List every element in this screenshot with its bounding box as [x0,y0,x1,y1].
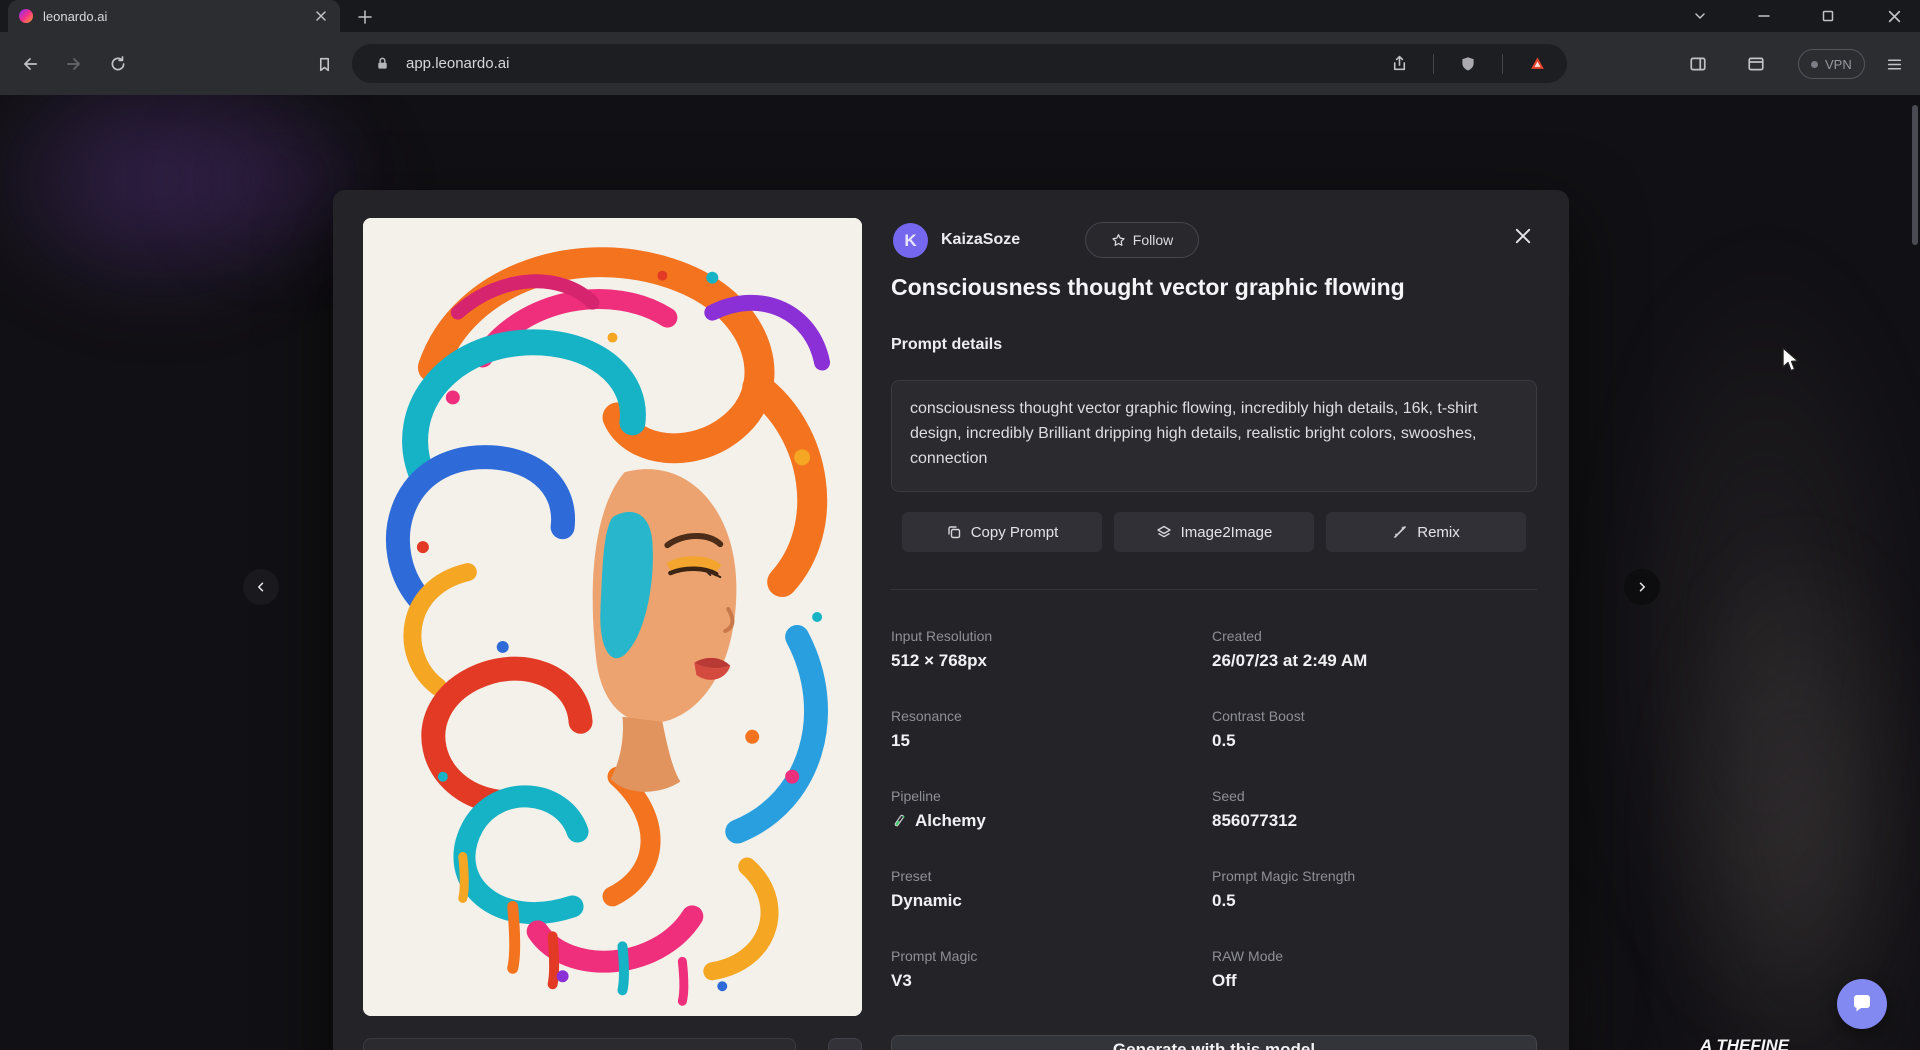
detail-label: Created [1212,628,1537,644]
detail-label: Input Resolution [891,628,1212,644]
detail-label: Contrast Boost [1212,708,1537,724]
image-detail-modal: K KaizaSoze Follow Consciousness thought… [333,190,1569,1050]
detail-created: Created 26/07/23 at 2:49 AM [1212,628,1537,671]
pager-button[interactable] [828,1038,862,1050]
detail-value: Alchemy [891,811,1212,831]
detail-prompt-magic: Prompt Magic V3 [891,948,1212,991]
video-watermark: A THEFINE [1700,1036,1789,1050]
window-minimize-button[interactable] [1746,0,1782,32]
detail-seed: Seed 856077312 [1212,788,1537,831]
brave-shield-icon[interactable] [1454,50,1482,78]
detail-value: 15 [891,731,1212,751]
vpn-label: VPN [1825,57,1852,72]
vpn-status-dot [1811,61,1818,68]
new-tab-button[interactable] [352,4,378,30]
remix-button[interactable]: Remix [1326,512,1526,552]
user-name[interactable]: KaizaSoze [941,231,1020,249]
reload-button[interactable] [100,46,136,82]
menu-hamburger-icon[interactable] [1876,46,1912,82]
detail-value: 26/07/23 at 2:49 AM [1212,651,1537,671]
user-avatar[interactable]: K [893,223,928,258]
detail-pipeline: Pipeline Alchemy [891,788,1212,831]
lock-icon[interactable] [368,50,396,78]
prompt-text-box[interactable]: consciousness thought vector graphic flo… [891,380,1537,492]
browser-toolbar: app.leonardo.ai VPN [0,32,1920,95]
star-icon [1111,233,1126,248]
mouse-cursor [1781,347,1803,374]
generation-details-grid: Input Resolution 512 × 768px Created 26/… [891,628,1537,991]
forward-button[interactable] [56,46,92,82]
window-maximize-button[interactable] [1810,0,1846,32]
previous-image-button[interactable] [243,569,279,605]
bookmark-icon[interactable] [306,46,342,82]
detail-preset: Preset Dynamic [891,868,1212,911]
backdrop-glow [1660,525,1920,1050]
sidebar-toggle-icon[interactable] [1680,46,1716,82]
page-scrollbar-thumb[interactable] [1912,105,1918,245]
follow-label: Follow [1133,232,1173,248]
follow-button[interactable]: Follow [1085,222,1199,258]
generate-with-model-button[interactable]: Generate with this model [891,1035,1537,1050]
detail-value: 0.5 [1212,731,1537,751]
backdrop-glow [0,95,350,315]
tab-strip: leonardo.ai [0,0,1920,32]
backdrop-glow [1600,235,1920,1050]
section-divider [891,589,1537,590]
share-icon[interactable] [1385,50,1413,78]
test-tube-icon [891,813,907,829]
thumbnail-strip[interactable] [363,1038,796,1050]
brave-rewards-triangle-icon[interactable] [1523,50,1551,78]
detail-prompt-magic-strength: Prompt Magic Strength 0.5 [1212,868,1537,911]
detail-value: 0.5 [1212,891,1537,911]
browser-tab[interactable]: leonardo.ai [8,0,340,32]
tab-favicon-icon [18,8,34,24]
image-title: Consciousness thought vector graphic flo… [891,274,1541,301]
tab-close-icon[interactable] [312,7,330,25]
generated-artwork-image [363,218,862,1016]
detail-value: 856077312 [1212,811,1537,831]
image2image-label: Image2Image [1181,524,1273,541]
detail-value: V3 [891,971,1212,991]
reading-panel-icon[interactable] [1738,46,1774,82]
chat-icon [1850,992,1874,1016]
toolbar-separator [1502,54,1503,74]
pipeline-value-text: Alchemy [915,811,986,831]
url-text[interactable]: app.leonardo.ai [406,55,1375,72]
detail-resonance: Resonance 15 [891,708,1212,751]
detail-label: Resonance [891,708,1212,724]
detail-value: Dynamic [891,891,1212,911]
detail-label: Preset [891,868,1212,884]
support-chat-button[interactable] [1837,979,1887,1029]
tab-search-chevron-icon[interactable] [1682,0,1718,32]
detail-label: Prompt Magic Strength [1212,868,1537,884]
tab-title: leonardo.ai [43,9,303,24]
detail-raw-mode: RAW Mode Off [1212,948,1537,991]
detail-value: Off [1212,971,1537,991]
next-image-button[interactable] [1624,569,1660,605]
copy-prompt-button[interactable]: Copy Prompt [902,512,1102,552]
copy-icon [946,524,962,540]
detail-label: Prompt Magic [891,948,1212,964]
detail-value: 512 × 768px [891,651,1212,671]
close-modal-icon[interactable] [1505,218,1541,254]
detail-contrast-boost: Contrast Boost 0.5 [1212,708,1537,751]
address-bar[interactable]: app.leonardo.ai [352,44,1567,83]
detail-label: RAW Mode [1212,948,1537,964]
toolbar-separator [1433,54,1434,74]
artwork-illustration [363,218,862,1016]
layers-icon [1156,524,1172,540]
detail-label: Pipeline [891,788,1212,804]
copy-prompt-label: Copy Prompt [971,524,1059,541]
prompt-details-heading: Prompt details [891,336,1002,354]
vpn-button[interactable]: VPN [1798,49,1865,79]
image2image-button[interactable]: Image2Image [1114,512,1314,552]
window-close-button[interactable] [1876,0,1912,32]
detail-label: Seed [1212,788,1537,804]
remix-wand-icon [1392,524,1408,540]
page-viewport: K KaizaSoze Follow Consciousness thought… [0,95,1920,1050]
remix-label: Remix [1417,524,1460,541]
detail-input-resolution: Input Resolution 512 × 768px [891,628,1212,671]
prompt-actions-row: Copy Prompt Image2Image Remix [902,512,1526,552]
back-button[interactable] [12,46,48,82]
